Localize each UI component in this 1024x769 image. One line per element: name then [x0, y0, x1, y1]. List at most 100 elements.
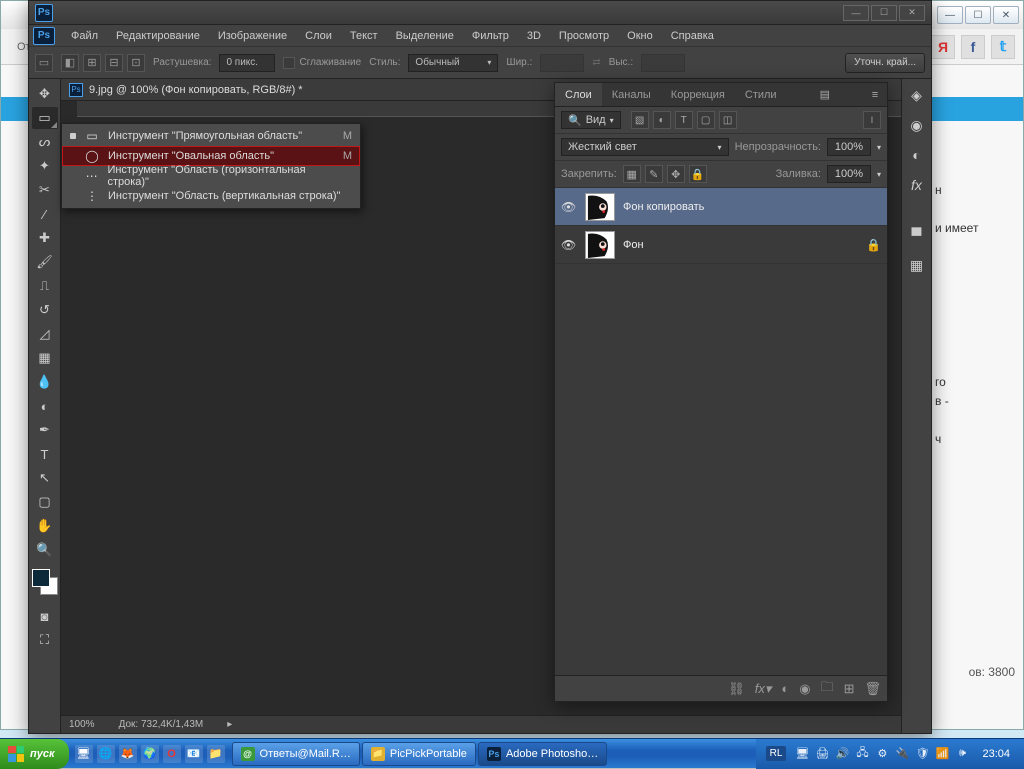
layers-collapse-icon[interactable]: ≡	[863, 83, 887, 106]
adjust-icon[interactable]: ◐	[907, 145, 927, 165]
ps-close-button[interactable]: ✕	[899, 5, 925, 21]
lock-pos-icon[interactable]: ✥	[667, 165, 685, 183]
tool-zoom[interactable]: 🔍	[32, 539, 58, 561]
swatches-icon[interactable]: ▦	[907, 255, 927, 275]
ql-icon[interactable]: 🌍	[141, 745, 159, 763]
screenmode-toggle[interactable]: ⛶	[32, 629, 58, 651]
tab-channels[interactable]: Каналы	[602, 83, 661, 106]
tool-dodge[interactable]: ◐	[32, 395, 58, 417]
taskbar-item[interactable]: Ps Adobe Photosho…	[478, 742, 607, 766]
clock[interactable]: 23:04	[974, 748, 1018, 760]
menu-window[interactable]: Окно	[619, 27, 661, 45]
style-select[interactable]: Обычный▾	[408, 54, 498, 72]
ps-maximize-button[interactable]: ☐	[871, 5, 897, 21]
menu-3d[interactable]: 3D	[519, 27, 549, 45]
group-icon[interactable]: 🗀	[821, 678, 834, 700]
tray-icon[interactable]: ⚙	[874, 746, 890, 762]
visibility-icon[interactable]: 👁	[561, 200, 577, 214]
opt-sub-selection[interactable]: ⊟	[105, 54, 123, 72]
menu-help[interactable]: Справка	[663, 27, 722, 45]
status-zoom[interactable]: 100%	[69, 719, 95, 730]
link-layers-icon[interactable]: ⛓	[728, 681, 745, 697]
tray-icon[interactable]: 🕪	[954, 746, 970, 762]
tool-move[interactable]: ✥	[32, 83, 58, 105]
layer-filter-kind[interactable]: 🔍 Вид ▾	[561, 111, 621, 129]
opacity-input[interactable]: 100%	[827, 138, 871, 156]
tab-adjustments[interactable]: Коррекция	[661, 83, 735, 106]
filter-toggle[interactable]: ⏽	[863, 111, 881, 129]
ql-icon[interactable]: 🖥	[75, 745, 93, 763]
tab-styles[interactable]: Стили	[735, 83, 787, 106]
status-docsize[interactable]: Док: 732,4K/1,43M	[119, 719, 204, 730]
tray-icon[interactable]: 🛡	[914, 746, 930, 762]
color-icon[interactable]: ▀	[907, 225, 927, 245]
ql-icon[interactable]: 📁	[207, 745, 225, 763]
tool-history[interactable]: ↺	[32, 299, 58, 321]
fx-icon[interactable]: fx▾	[755, 681, 772, 697]
filter-smart-icon[interactable]: ◫	[719, 111, 737, 129]
mask-icon[interactable]: ◐	[781, 681, 789, 696]
language-indicator[interactable]: RL	[766, 746, 787, 761]
tray-icon[interactable]: 🔌	[894, 746, 910, 762]
tool-hand[interactable]: ✋	[32, 515, 58, 537]
lock-all-icon[interactable]: 🔒	[689, 165, 707, 183]
styles-icon[interactable]: fx	[907, 175, 927, 195]
tray-icon[interactable]: 🖨	[814, 746, 830, 762]
layer-thumb[interactable]	[585, 231, 615, 259]
tool-wand[interactable]: ✦	[32, 155, 58, 177]
new-layer-icon[interactable]: ⊞	[844, 681, 855, 697]
tool-brush[interactable]: 🖌	[32, 251, 58, 273]
tool-eraser[interactable]: ◿	[32, 323, 58, 345]
delete-layer-icon[interactable]: 🗑	[864, 681, 881, 697]
ps-titlebar[interactable]: Ps — ☐ ✕	[29, 1, 931, 25]
taskbar-item[interactable]: 📁 PicPickPortable	[362, 742, 476, 766]
filter-type-icon[interactable]: T	[675, 111, 693, 129]
layer-row[interactable]: 👁 Фон 🔒	[555, 226, 887, 264]
adjustment-layer-icon[interactable]: ◉	[799, 681, 810, 697]
filter-shape-icon[interactable]: ▢	[697, 111, 715, 129]
layer-name[interactable]: Фон	[623, 239, 644, 251]
visibility-icon[interactable]: 👁	[561, 238, 577, 252]
opt-add-selection[interactable]: ⊞	[83, 54, 101, 72]
ql-icon[interactable]: 🦊	[119, 745, 137, 763]
ps-minimize-button[interactable]: —	[843, 5, 869, 21]
flyout-rect-marquee[interactable]: ▭ Инструмент "Прямоугольная область"M	[62, 126, 360, 146]
filter-pixel-icon[interactable]: ▧	[631, 111, 649, 129]
tray-icon[interactable]: 📶	[934, 746, 950, 762]
opt-tool-preset[interactable]: ▭	[35, 54, 53, 72]
tool-path[interactable]: ↖	[32, 467, 58, 489]
tool-pen[interactable]: ✒	[32, 419, 58, 441]
tool-crop[interactable]: ✂	[32, 179, 58, 201]
tool-gradient[interactable]: ▦	[32, 347, 58, 369]
color-swatch[interactable]	[32, 569, 58, 595]
menu-filter[interactable]: Фильтр	[464, 27, 517, 45]
flyout-col-marquee[interactable]: ⋮ Инструмент "Область (вертикальная стро…	[62, 186, 360, 206]
filter-adjust-icon[interactable]: ◐	[653, 111, 671, 129]
lock-pixels-icon[interactable]: ✎	[645, 165, 663, 183]
tray-icon[interactable]: 🖧	[854, 746, 870, 762]
menu-file[interactable]: Файл	[63, 27, 106, 45]
status-play-icon[interactable]: ▸	[227, 719, 232, 730]
menu-edit[interactable]: Редактирование	[108, 27, 208, 45]
menu-type[interactable]: Текст	[342, 27, 386, 45]
flyout-row-marquee[interactable]: ⋯ Инструмент "Область (горизонтальная ст…	[62, 166, 360, 186]
opt-new-selection[interactable]: ◧	[61, 54, 79, 72]
ql-icon[interactable]: O	[163, 745, 181, 763]
layer-thumb[interactable]	[585, 193, 615, 221]
tool-marquee[interactable]: ▭	[32, 107, 58, 129]
flyout-ellipse-marquee[interactable]: ◯ Инструмент "Овальная область"M	[62, 146, 360, 166]
tool-stamp[interactable]: ⎍	[32, 275, 58, 297]
blend-mode-select[interactable]: Жесткий свет▾	[561, 138, 729, 156]
opt-intersect-selection[interactable]: ⊡	[127, 54, 145, 72]
fill-input[interactable]: 100%	[827, 165, 871, 183]
tool-shape[interactable]: ▢	[32, 491, 58, 513]
ql-icon[interactable]: 📧	[185, 745, 203, 763]
channels-icon[interactable]: ◉	[907, 115, 927, 135]
tray-icon[interactable]: 🖥	[794, 746, 810, 762]
ql-icon[interactable]: 🌐	[97, 745, 115, 763]
tool-type[interactable]: T	[32, 443, 58, 465]
refine-edge-button[interactable]: Уточн. край...	[845, 53, 925, 73]
menu-select[interactable]: Выделение	[388, 27, 462, 45]
start-button[interactable]: пуск	[0, 739, 69, 769]
tab-layers[interactable]: Слои	[555, 83, 602, 106]
